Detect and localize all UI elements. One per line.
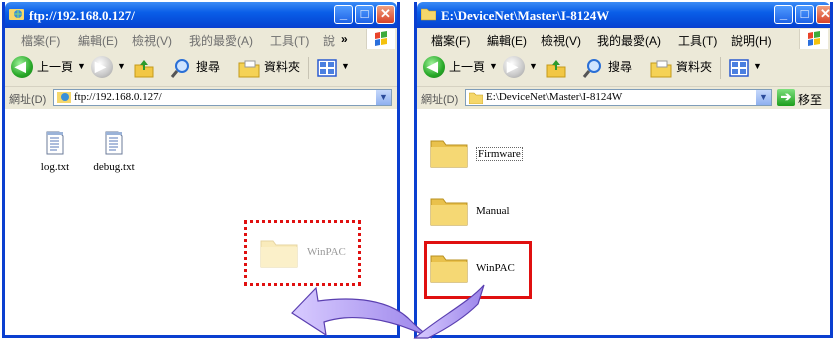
drag-arrow-icon [291, 284, 485, 339]
